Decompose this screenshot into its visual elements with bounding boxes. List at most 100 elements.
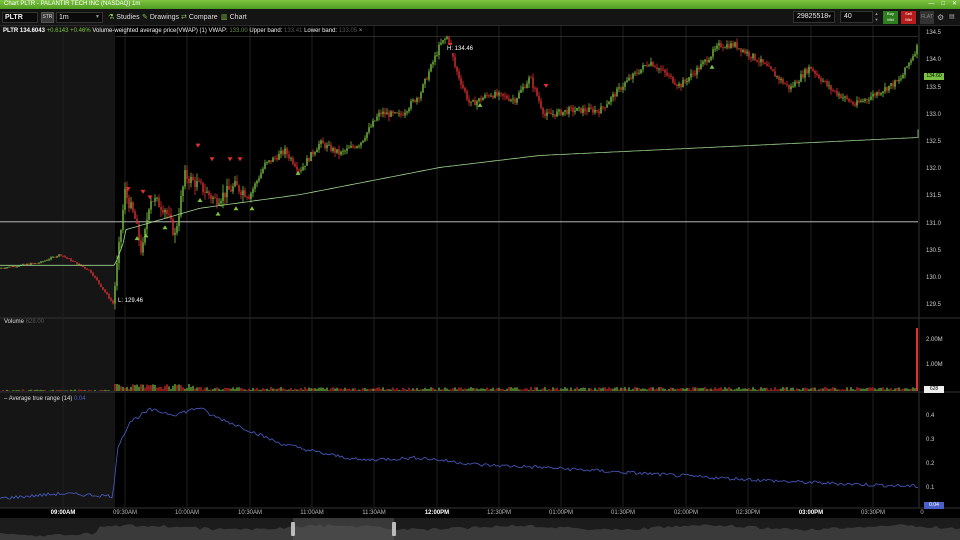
restore-icon[interactable]: □ xyxy=(941,1,945,8)
candle-body xyxy=(698,67,700,70)
gear-icon[interactable]: ⚙ xyxy=(937,11,946,24)
volume-bar xyxy=(480,388,482,391)
chart-type-button[interactable]: ▥ Chart xyxy=(221,13,247,22)
volume-bar xyxy=(460,387,462,391)
candle-body xyxy=(122,209,124,230)
candle-body xyxy=(532,77,534,88)
volume-bar xyxy=(838,389,840,391)
volume-bar xyxy=(554,388,556,391)
volume-bar xyxy=(218,388,220,391)
candle-body xyxy=(550,112,552,115)
candle-body xyxy=(54,256,56,258)
candle-body xyxy=(398,113,400,115)
candle-body xyxy=(184,170,186,187)
navigator-sparkline xyxy=(0,518,960,540)
volume-bar xyxy=(700,388,702,391)
price-chart-canvas[interactable] xyxy=(0,26,960,518)
volume-bar xyxy=(344,387,346,391)
volume-bar xyxy=(368,389,370,391)
volume-bar xyxy=(536,387,538,391)
candle-body xyxy=(824,80,826,82)
candle-body xyxy=(342,150,344,152)
axis-tick-label: 0.3 xyxy=(926,436,935,443)
minimize-icon[interactable]: — xyxy=(928,1,934,8)
interval-select[interactable]: 1m ▼ xyxy=(56,12,103,23)
volume-bar xyxy=(818,389,820,391)
candle-body xyxy=(822,80,824,82)
volume-bar xyxy=(732,389,734,391)
close-icon[interactable]: × xyxy=(359,28,363,34)
atr-line xyxy=(0,407,919,500)
volume-bar xyxy=(162,388,164,391)
volume-bar xyxy=(132,384,134,391)
flat-button[interactable]: FLAT xyxy=(920,11,934,24)
studies-button[interactable]: ⚗ Studies xyxy=(108,13,140,22)
volume-bar xyxy=(216,387,218,391)
buy-signal-marker xyxy=(162,225,168,230)
volume-bar xyxy=(402,387,404,391)
volume-bar xyxy=(756,389,758,391)
account-select[interactable]: 29825518 ▼ xyxy=(793,11,835,23)
chevron-down-icon: ▼ xyxy=(95,14,100,20)
candle-body xyxy=(422,84,424,93)
volume-bar xyxy=(158,386,160,391)
volume-bar xyxy=(842,389,844,391)
navigator-right-handle[interactable] xyxy=(392,522,396,536)
candle-body xyxy=(72,260,74,262)
time-axis-label: 10:00AM xyxy=(174,510,200,516)
volume-bar xyxy=(440,389,442,391)
volume-bar xyxy=(408,387,410,391)
candle-body xyxy=(728,44,730,49)
last-price-tag: 134.60 xyxy=(924,73,944,80)
sell-signal-marker xyxy=(237,157,243,162)
volume-bar xyxy=(656,388,658,391)
candle-body xyxy=(6,267,8,269)
candle-body xyxy=(634,72,636,74)
volume-bar xyxy=(18,390,20,391)
candle-body xyxy=(90,270,92,273)
volume-bar xyxy=(106,390,108,391)
drawings-button[interactable]: ✎ Drawings xyxy=(142,13,179,22)
buy-market-button[interactable]: Buy Mkt xyxy=(883,11,898,24)
candle-body xyxy=(650,62,652,66)
legend-upper-label: Upper band: xyxy=(249,28,283,34)
compare-button[interactable]: ⇄ Compare xyxy=(181,13,218,22)
volume-bar xyxy=(630,389,632,391)
sell-market-button[interactable]: Sell Mkt xyxy=(901,11,916,24)
candle-body xyxy=(252,188,254,194)
candle-body xyxy=(752,53,754,59)
volume-bar xyxy=(730,388,732,391)
candle-body xyxy=(396,112,398,114)
candle-body xyxy=(890,83,892,86)
buy-signal-marker xyxy=(143,233,149,238)
volume-bar xyxy=(528,389,530,391)
volume-bar xyxy=(820,388,822,391)
quantity-input[interactable]: 40 xyxy=(840,11,873,23)
candle-body xyxy=(418,97,420,99)
volume-bar xyxy=(628,387,630,391)
volume-bar xyxy=(652,387,654,391)
volume-bar xyxy=(840,389,842,391)
volume-bar xyxy=(134,385,136,391)
candle-body xyxy=(426,78,428,80)
navigator-left-handle[interactable] xyxy=(291,522,295,536)
candle-body xyxy=(52,256,54,258)
candle-body xyxy=(782,79,784,84)
candle-body xyxy=(684,80,686,82)
candle-body xyxy=(908,62,910,67)
more-menu-icon[interactable]: ▤ xyxy=(949,11,958,24)
str-button[interactable]: STR xyxy=(41,12,54,23)
candle-body xyxy=(630,77,632,79)
volume-bar xyxy=(156,387,158,391)
symbol-input[interactable]: PLTR xyxy=(2,12,38,23)
close-icon[interactable]: ✕ xyxy=(952,1,957,8)
volume-bar xyxy=(698,388,700,391)
volume-bar xyxy=(796,388,798,391)
candle-body xyxy=(898,79,900,82)
volume-bar xyxy=(184,388,186,391)
navigator-window xyxy=(293,518,394,540)
quantity-stepper[interactable]: ▲ ▼ xyxy=(873,11,880,23)
vwap-line xyxy=(0,129,919,266)
candle-body xyxy=(494,92,496,98)
candle-body xyxy=(328,144,330,146)
